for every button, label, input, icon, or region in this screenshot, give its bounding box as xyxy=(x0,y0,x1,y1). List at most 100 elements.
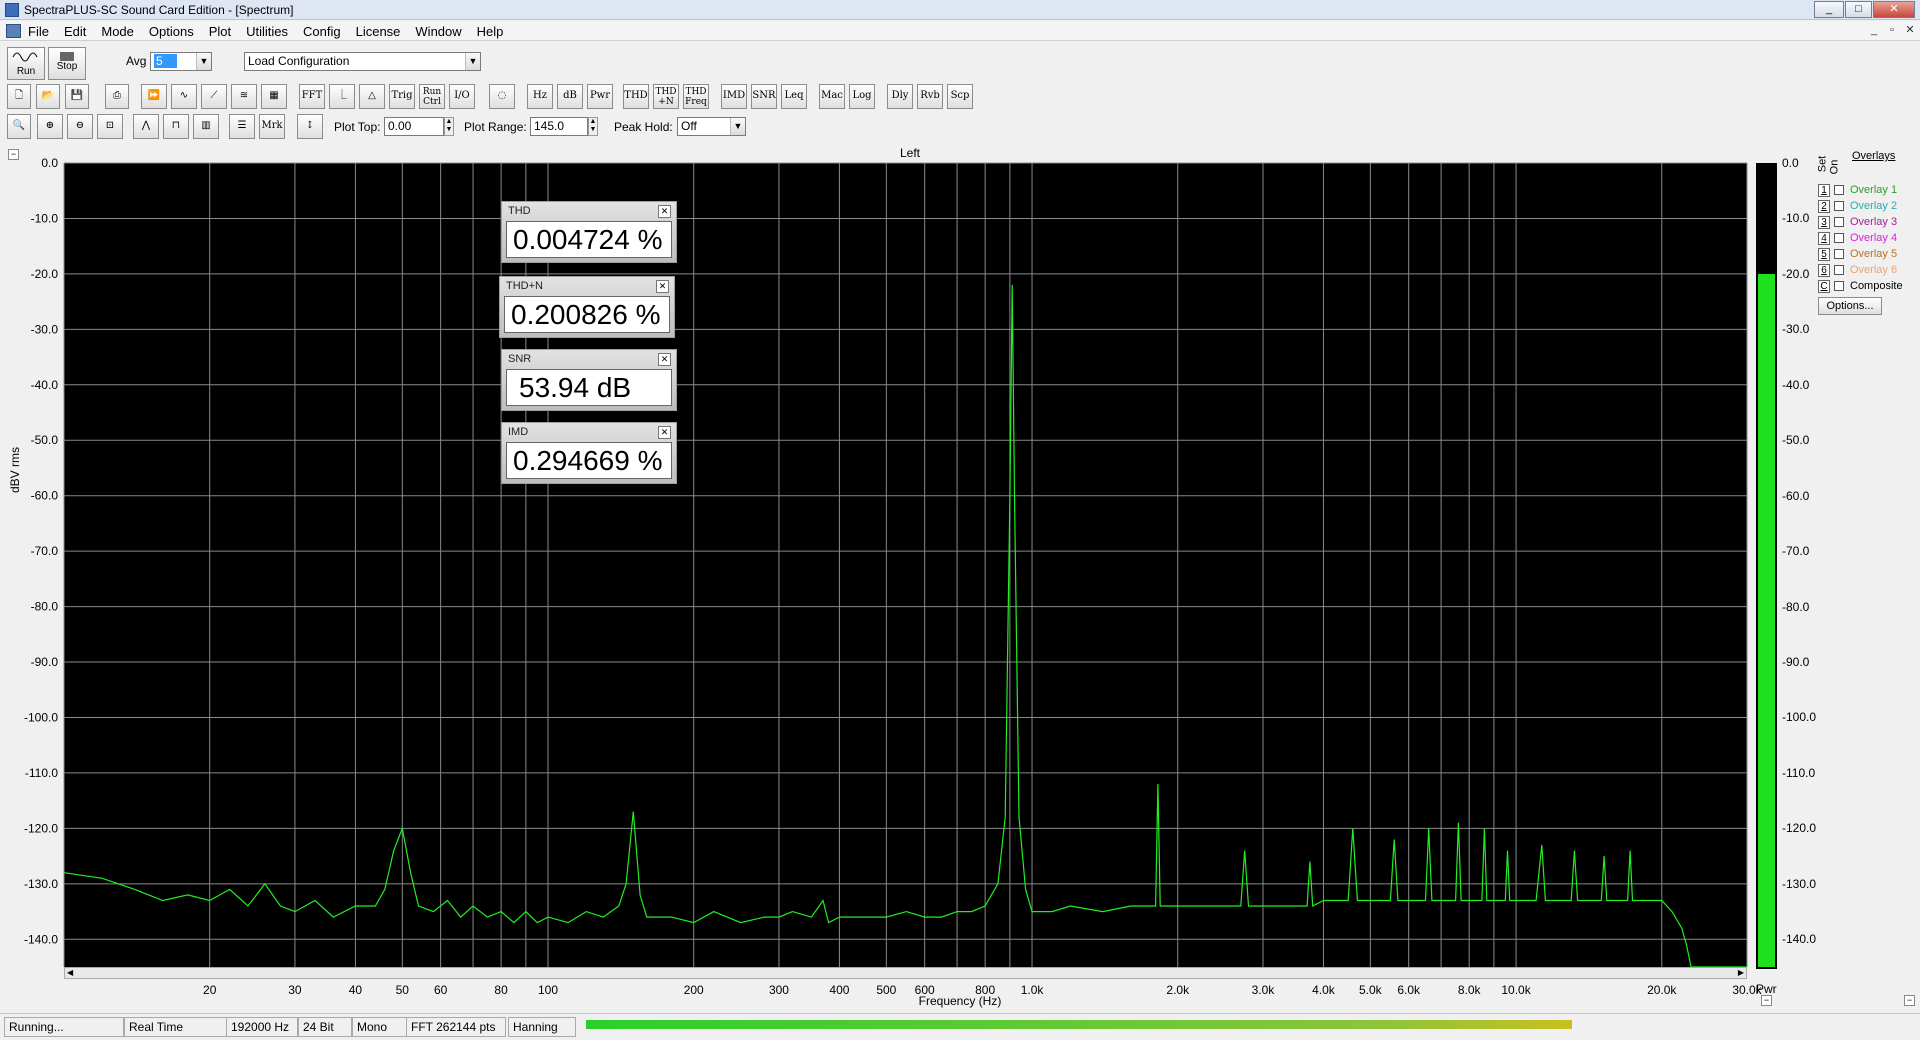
plot-top-input[interactable]: 0.00 xyxy=(384,117,444,136)
thd-freq-button[interactable]: THD Freq xyxy=(683,84,709,109)
overlay-set-button[interactable]: 4 xyxy=(1818,232,1830,245)
thdn-readout[interactable]: THD+N ✕ 0.200826 % xyxy=(499,276,675,338)
overlay-set-button[interactable]: 2 xyxy=(1818,200,1830,213)
new-file-icon[interactable]: 🗋 xyxy=(7,84,31,109)
run-button[interactable]: Run xyxy=(7,47,45,80)
chevron-down-icon[interactable]: ▼ xyxy=(196,53,211,70)
configuration-select[interactable]: Load Configuration ▼ xyxy=(244,52,481,71)
document-icon[interactable] xyxy=(6,24,21,38)
triangle-icon[interactable]: △ xyxy=(359,84,385,109)
overlay-set-button[interactable]: 1 xyxy=(1818,184,1830,197)
io-button[interactable]: I/O xyxy=(449,84,475,109)
overlay-checkbox[interactable] xyxy=(1834,249,1844,259)
meter-collapse-toggle[interactable]: − xyxy=(1761,995,1772,1006)
panel-collapse-toggle[interactable]: − xyxy=(1904,995,1915,1006)
marker-button[interactable]: Mrk xyxy=(259,114,285,139)
menu-config[interactable]: Config xyxy=(303,24,341,39)
overlay-checkbox[interactable] xyxy=(1834,201,1844,211)
close-icon[interactable]: ✕ xyxy=(658,205,671,218)
overlay-set-button[interactable]: 5 xyxy=(1818,248,1830,261)
overlay-checkbox[interactable] xyxy=(1834,265,1844,275)
meter-scale-label: -80.0 xyxy=(1782,599,1810,614)
zoom-magnifier-icon[interactable]: 🔍 xyxy=(7,114,31,139)
scp-button[interactable]: Scp xyxy=(947,84,973,109)
overlay-checkbox[interactable] xyxy=(1834,217,1844,227)
mdi-close-button[interactable]: ✕ xyxy=(1902,23,1918,38)
overlay-set-button[interactable]: C xyxy=(1818,280,1830,293)
db-button[interactable]: dB xyxy=(557,84,583,109)
minimize-button[interactable]: _ xyxy=(1814,1,1844,18)
plot-range-input[interactable]: 145.0 xyxy=(530,117,588,136)
menu-file[interactable]: File xyxy=(28,24,49,39)
bar-plot-icon[interactable]: ▥ xyxy=(193,114,219,139)
plot-top-spinner[interactable]: ▲ ▼ xyxy=(444,117,454,136)
spectrogram-icon[interactable]: ▦ xyxy=(261,84,287,109)
menu-utilities[interactable]: Utilities xyxy=(246,24,288,39)
horizontal-scrollbar[interactable]: ◀ ▶ xyxy=(64,967,1747,979)
fft-button[interactable]: FFT xyxy=(299,84,325,109)
zoom-out-x-icon[interactable]: ⊖ xyxy=(67,114,93,139)
snr-readout[interactable]: SNR ✕ 53.94 dB xyxy=(501,349,677,411)
leq-button[interactable]: Leq xyxy=(781,84,807,109)
ramp-icon[interactable]: ⟋ xyxy=(201,84,227,109)
vertical-scale-icon[interactable]: ↕ xyxy=(297,114,323,139)
print-icon[interactable]: ⎙ xyxy=(105,84,129,109)
trig-button[interactable]: Trig xyxy=(389,84,415,109)
mdi-restore-button[interactable]: ▫ xyxy=(1884,23,1900,38)
stop-button[interactable]: Stop xyxy=(48,47,86,80)
menu-license[interactable]: License xyxy=(356,24,401,39)
menu-plot[interactable]: Plot xyxy=(209,24,231,39)
chevron-down-icon[interactable]: ▼ xyxy=(730,118,745,135)
log-button[interactable]: Log xyxy=(849,84,875,109)
close-icon[interactable]: ✕ xyxy=(658,426,671,439)
run-ctrl-button[interactable]: Run Ctrl xyxy=(419,84,445,109)
step-plot-icon[interactable]: ⊓ xyxy=(163,114,189,139)
dly-button[interactable]: Dly xyxy=(887,84,913,109)
peak-hold-select[interactable]: Off ▼ xyxy=(677,117,746,136)
menu-mode[interactable]: Mode xyxy=(101,24,134,39)
collapse-toggle[interactable]: − xyxy=(8,149,19,160)
overlay-checkbox[interactable] xyxy=(1834,185,1844,195)
close-icon[interactable]: ✕ xyxy=(656,280,669,293)
overlay-set-button[interactable]: 3 xyxy=(1818,216,1830,229)
avg-select[interactable]: 5 ▼ xyxy=(150,52,212,71)
chevron-down-icon[interactable]: ▼ xyxy=(465,53,480,70)
rvb-button[interactable]: Rvb xyxy=(917,84,943,109)
options-button[interactable]: Options... xyxy=(1818,297,1882,315)
menu-help[interactable]: Help xyxy=(477,24,504,39)
restore-button[interactable]: □ xyxy=(1845,1,1872,18)
pwr-button[interactable]: Pwr xyxy=(587,84,613,109)
thd-n-button[interactable]: THD +N xyxy=(653,84,679,109)
snr-button[interactable]: SNR xyxy=(751,84,777,109)
scroll-right-icon[interactable]: ▶ xyxy=(1738,968,1744,977)
spectrum-plot-icon[interactable]: ⎿ xyxy=(329,84,355,109)
list-view-icon[interactable]: ☰ xyxy=(229,114,255,139)
overlay-checkbox[interactable] xyxy=(1834,233,1844,243)
zoom-full-icon[interactable]: ⊡ xyxy=(97,114,123,139)
save-disk-icon[interactable]: 💾 xyxy=(65,84,89,109)
close-button[interactable]: ✕ xyxy=(1873,1,1915,18)
waterfall-icon[interactable]: ≋ xyxy=(231,84,257,109)
overlay-set-button[interactable]: 6 xyxy=(1818,264,1830,277)
imd-readout[interactable]: IMD ✕ 0.294669 % xyxy=(501,422,677,484)
imd-button[interactable]: IMD xyxy=(721,84,747,109)
open-folder-icon[interactable]: 📂 xyxy=(36,84,60,109)
menu-edit[interactable]: Edit xyxy=(64,24,86,39)
scope-wave-icon[interactable]: ∿ xyxy=(171,84,197,109)
overlay-checkbox[interactable] xyxy=(1834,281,1844,291)
plot-area[interactable] xyxy=(64,163,1747,967)
menu-window[interactable]: Window xyxy=(415,24,461,39)
fast-forward-icon[interactable]: ⏩ xyxy=(141,84,167,109)
mac-button[interactable]: Mac xyxy=(819,84,845,109)
plot-range-spinner[interactable]: ▲ ▼ xyxy=(588,117,598,136)
close-icon[interactable]: ✕ xyxy=(658,353,671,366)
thd-readout[interactable]: THD ✕ 0.004724 % xyxy=(501,201,677,263)
thd-button[interactable]: THD xyxy=(623,84,649,109)
peak-shape-icon[interactable]: ⋀ xyxy=(133,114,159,139)
menu-options[interactable]: Options xyxy=(149,24,194,39)
scroll-left-icon[interactable]: ◀ xyxy=(67,968,73,977)
hz-button[interactable]: Hz xyxy=(527,84,553,109)
signal-generator-icon[interactable]: ◌ xyxy=(489,84,515,109)
zoom-in-x-icon[interactable]: ⊕ xyxy=(37,114,63,139)
mdi-minimize-button[interactable]: _ xyxy=(1866,23,1882,38)
